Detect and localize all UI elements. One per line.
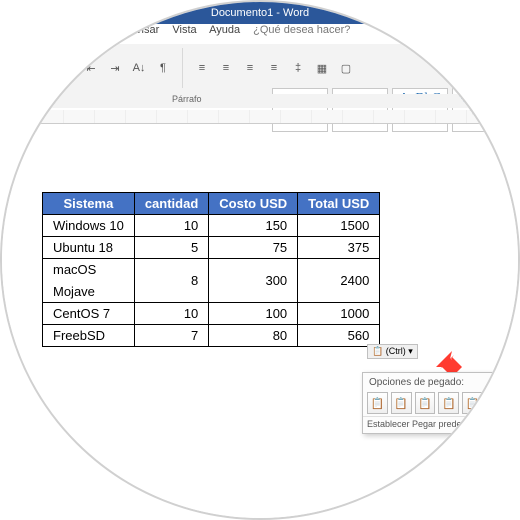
align-left-icon[interactable]: ≡ (193, 59, 211, 77)
tell-me-search[interactable]: ¿Qué desea hacer? (253, 24, 350, 36)
paste-link-icon[interactable]: 📋 (462, 392, 483, 414)
paste-picture-icon[interactable]: 📋 (415, 392, 436, 414)
group-paragraph-label: Párrafo (172, 94, 202, 104)
line-spacing-icon[interactable]: ‡ (289, 59, 307, 77)
justify-icon[interactable]: ≡ (265, 59, 283, 77)
borders-icon[interactable]: ▢ (337, 59, 355, 77)
increase-indent-icon[interactable]: ⇥ (106, 59, 124, 77)
horizontal-ruler[interactable] (2, 110, 518, 124)
align-center-icon[interactable]: ≡ (217, 59, 235, 77)
numbering-icon[interactable]: ≡ (34, 59, 52, 77)
paste-keep-text-icon[interactable]: 📋 (438, 392, 459, 414)
show-marks-icon[interactable]: ¶ (154, 59, 172, 77)
tab-vista[interactable]: Vista (172, 24, 196, 36)
table-row: CentOS 7 10 100 1000 (43, 303, 380, 325)
paste-ctrl-button[interactable]: 📋 (Ctrl) ▾ (367, 344, 418, 359)
paste-merge-icon[interactable]: 📋 (391, 392, 412, 414)
table-row: macOS 8 300 2400 (43, 259, 380, 281)
paste-set-default[interactable]: Establecer Pegar predeterm (363, 416, 511, 433)
paste-text-only-icon[interactable]: 📄 (486, 392, 507, 414)
annotation-arrow (422, 337, 462, 377)
bullets-icon[interactable]: ≣ (10, 59, 28, 77)
header-costo[interactable]: Costo USD (209, 193, 298, 215)
paste-options-popup: 📋 (Ctrl) ▾ Opciones de pegado: 📋 📋 📋 📋 📋… (362, 372, 512, 434)
header-cantidad[interactable]: cantidad (134, 193, 208, 215)
tab-revisar[interactable]: Revisar (122, 24, 159, 36)
paste-keep-source-icon[interactable]: 📋 (367, 392, 388, 414)
separator (182, 48, 183, 88)
paste-options-icons: 📋 📋 📋 📋 📋 📄 (363, 390, 511, 416)
ribbon-group-labels: Párrafo Esti (2, 94, 518, 108)
header-total[interactable]: Total USD (298, 193, 380, 215)
paste-options-title: Opciones de pegado: (363, 373, 511, 390)
table-row: FreebSD 7 80 560 (43, 325, 380, 347)
multilevel-icon[interactable]: ☰ (58, 59, 76, 77)
data-table[interactable]: Sistema cantidad Costo USD Total USD Win… (42, 192, 380, 347)
table-row: Ubuntu 18 5 75 375 (43, 237, 380, 259)
tab-ayuda[interactable]: Ayuda (209, 24, 240, 36)
document-page: Sistema cantidad Costo USD Total USD Win… (2, 132, 518, 518)
shading-icon[interactable]: ▦ (313, 59, 331, 77)
table-header-row: Sistema cantidad Costo USD Total USD (43, 193, 380, 215)
header-sistema[interactable]: Sistema (43, 193, 135, 215)
title-bar: Documento1 - Word (2, 2, 518, 24)
sort-icon[interactable]: A↓ (130, 59, 148, 77)
group-styles-label: Esti (483, 94, 498, 104)
ribbon-tabs: Revisar Vista Ayuda ¿Qué desea hacer? (122, 24, 478, 44)
window-title: Documento1 - Word (211, 2, 309, 24)
decrease-indent-icon[interactable]: ⇤ (82, 59, 100, 77)
align-right-icon[interactable]: ≡ (241, 59, 259, 77)
table-row: Windows 10 10 150 1500 (43, 215, 380, 237)
